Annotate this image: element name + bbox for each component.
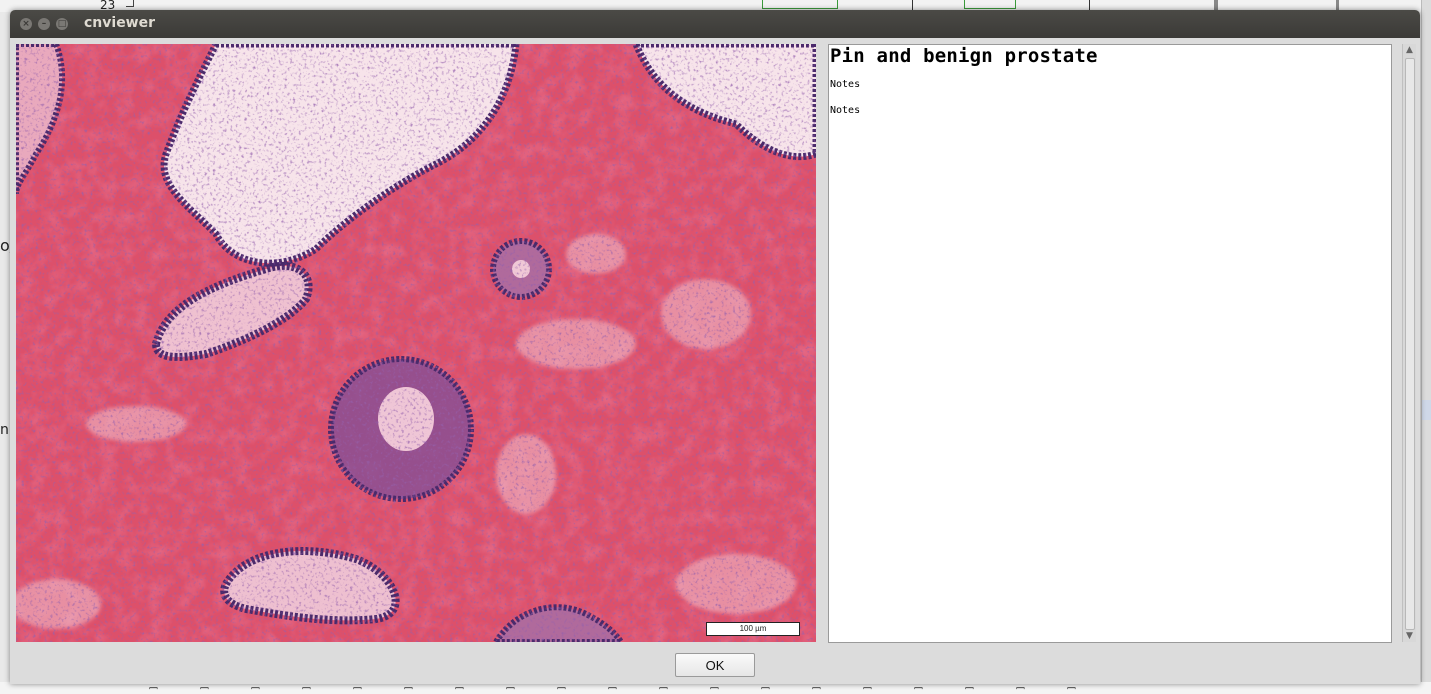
background-axis-tick [126, 0, 134, 7]
minimize-icon[interactable]: – [38, 18, 50, 30]
background-ruler-mark: [ [759, 685, 770, 691]
background-ruler-mark: [ [402, 685, 413, 691]
background-ruler-mark: [ [657, 685, 668, 691]
background-ruler-mark: [ [249, 685, 260, 691]
background-ruler-mark: [ [147, 685, 158, 691]
background-ruler-mark: [ [606, 685, 617, 691]
background-ruler-mark: [ [555, 685, 566, 691]
background-ruler-mark: [ [810, 685, 821, 691]
background-green-box [964, 0, 1016, 9]
window-title: cnviewer [84, 15, 156, 31]
histology-image: 100 µm [16, 44, 816, 642]
background-green-box [762, 0, 838, 9]
title-bar: × – □ cnviewer [10, 10, 1420, 38]
notes-line: Notes [830, 79, 861, 90]
background-ruler-mark: [ [300, 685, 311, 691]
close-icon[interactable]: × [20, 18, 32, 30]
background-ruler-mark: [ [1065, 685, 1076, 691]
notes-line: Notes [830, 105, 861, 116]
scroll-thumb[interactable] [1405, 58, 1415, 630]
maximize-icon[interactable]: □ [56, 18, 68, 30]
scroll-up-icon[interactable]: ▲ [1404, 45, 1415, 55]
background-ruler-mark: [ [708, 685, 719, 691]
scale-bar: 100 µm [706, 622, 800, 636]
notes-heading: Pin and benign prostate [830, 45, 1098, 67]
background-ruler-mark: [ [861, 685, 872, 691]
scroll-down-icon[interactable]: ▼ [1404, 631, 1415, 641]
background-ruler-mark: [ [453, 685, 464, 691]
background-ruler-mark: [ [351, 685, 362, 691]
background-ruler-mark: [ [504, 685, 515, 691]
background-side-panel [1421, 0, 1431, 694]
background-ruler-mark: [ [912, 685, 923, 691]
notes-panel[interactable]: Pin and benign prostate Notes Notes [828, 44, 1392, 643]
histology-micrograph [16, 44, 816, 642]
notes-scrollbar[interactable]: ▲ ▼ [1402, 44, 1416, 642]
ok-button[interactable]: OK [675, 653, 755, 677]
background-ruler-mark: [ [963, 685, 974, 691]
background-ruler-mark: [ [1014, 685, 1025, 691]
background-ruler-mark: [ [198, 685, 209, 691]
background-text-fragment: n [0, 422, 9, 438]
cnviewer-window: × – □ cnviewer 100 µm Pin and benign pro… [10, 10, 1420, 684]
